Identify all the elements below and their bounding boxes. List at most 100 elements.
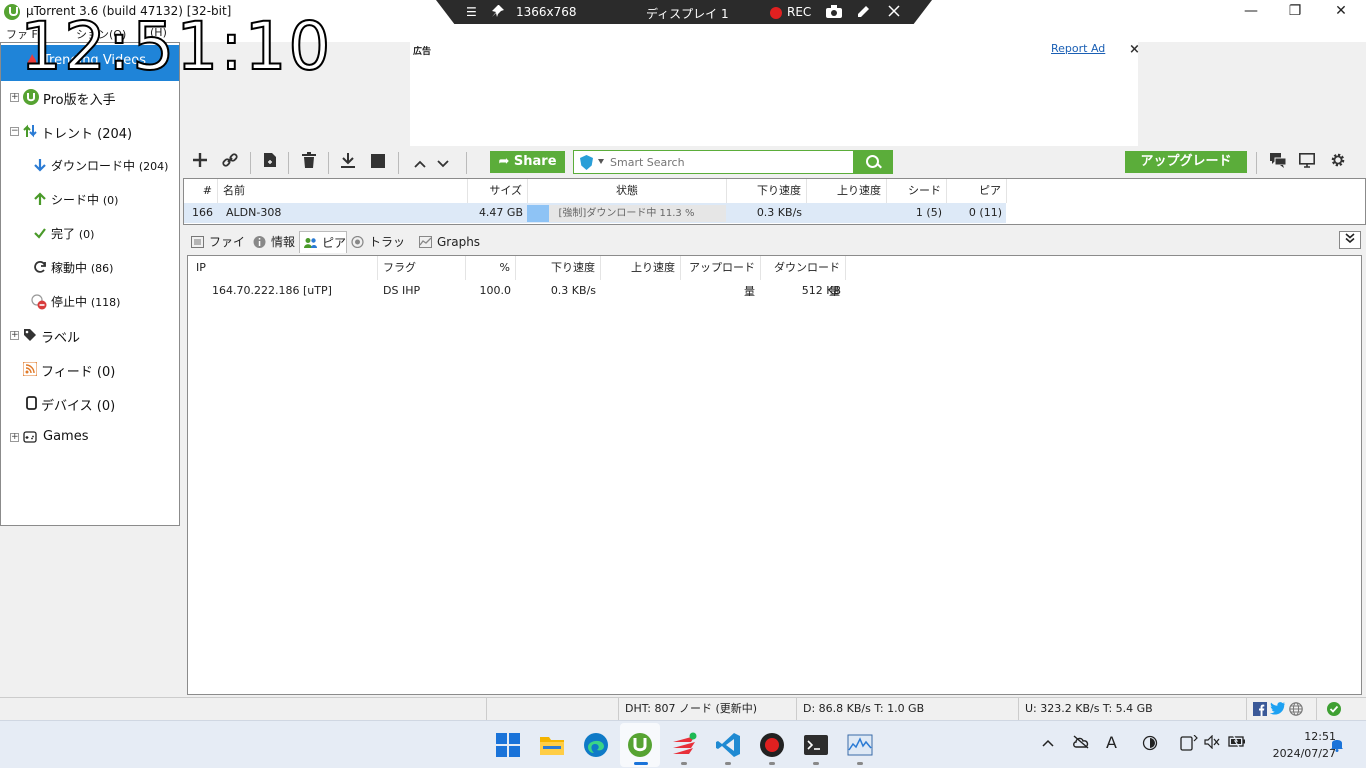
twitter-icon[interactable] xyxy=(1270,702,1285,715)
start-download-icon[interactable] xyxy=(337,152,359,174)
column-header-peers[interactable]: ピア xyxy=(947,179,1007,203)
column-header-up-speed[interactable]: 上り速度 xyxy=(807,179,887,203)
recorder-close-icon[interactable] xyxy=(888,5,900,20)
vscode-icon[interactable] xyxy=(715,732,741,758)
maximize-button[interactable]: ❐ xyxy=(1272,0,1318,24)
status-download[interactable]: D: 86.8 KB/s T: 1.0 GB xyxy=(796,698,1018,720)
report-ad-link[interactable]: Report Ad xyxy=(1051,42,1105,55)
sidebar-item-devices[interactable]: デバイス (0) xyxy=(1,387,179,421)
camera-icon[interactable] xyxy=(826,5,842,21)
expand-icon[interactable]: + xyxy=(10,433,19,442)
device-icon[interactable] xyxy=(1180,734,1198,755)
torrent-peers: 0 (11) xyxy=(968,206,1002,219)
column-header-flags[interactable]: フラグ xyxy=(378,256,466,280)
globe-icon[interactable] xyxy=(1289,702,1303,716)
status-upload[interactable]: U: 323.2 KB/s T: 5.4 GB xyxy=(1018,698,1246,720)
terminal-icon[interactable] xyxy=(803,732,829,758)
smart-search-box[interactable] xyxy=(573,150,893,174)
column-header-uploaded[interactable]: アップロード量 xyxy=(681,256,761,298)
pin-icon[interactable] xyxy=(492,5,504,20)
stop-icon[interactable] xyxy=(367,152,389,174)
expand-icon[interactable]: + xyxy=(10,331,19,340)
create-torrent-icon[interactable] xyxy=(259,152,281,174)
collapse-icon[interactable]: − xyxy=(10,127,19,136)
chat-icon[interactable] xyxy=(1267,152,1289,174)
search-provider-shield-icon[interactable] xyxy=(580,155,593,170)
cloud-off-icon[interactable] xyxy=(1072,735,1090,753)
record-icon[interactable] xyxy=(770,7,782,19)
column-header-downloaded[interactable]: ダウンロード量 xyxy=(761,256,846,298)
column-header-num[interactable]: # xyxy=(184,179,218,203)
focus-assist-icon[interactable] xyxy=(1142,735,1158,755)
peer-ip[interactable]: 164.70.222.186 [uTP] xyxy=(207,281,378,301)
expand-icon[interactable]: + xyxy=(10,93,19,102)
sidebar-item-active[interactable]: 稼動中 (86) xyxy=(1,251,179,285)
utorrent-taskbar-icon[interactable] xyxy=(627,732,653,758)
column-header-status[interactable]: 状態 xyxy=(528,179,727,203)
column-header-down-speed[interactable]: 下り速度 xyxy=(516,256,601,280)
sidebar-item-inactive[interactable]: 停止中 (118) xyxy=(1,285,179,319)
chevron-down-icon[interactable] xyxy=(598,159,604,164)
column-header-up-speed[interactable]: 上り速度 xyxy=(601,256,681,280)
peer-down-speed: 0.3 KB/s xyxy=(550,284,596,297)
recorder-display[interactable]: ディスプレイ 1 xyxy=(646,5,729,22)
share-button[interactable]: ➦ Share xyxy=(490,151,565,173)
minimize-button[interactable]: — xyxy=(1228,0,1274,24)
resource-monitor-icon[interactable] xyxy=(847,732,873,758)
sidebar-item-downloading[interactable]: ダウンロード中 (204) xyxy=(1,149,179,183)
vpn-app-icon[interactable] xyxy=(671,732,697,758)
rec-label[interactable]: REC xyxy=(787,5,811,19)
sidebar-item-torrents[interactable]: − トレント (204) xyxy=(1,115,179,149)
ad-close-icon[interactable]: × xyxy=(1129,42,1140,57)
taskbar-clock-time[interactable]: 12:51 xyxy=(1286,730,1336,743)
torrent-size: 4.47 GB xyxy=(478,206,523,219)
tab-graphs[interactable]: Graphs xyxy=(415,231,480,253)
search-icon[interactable] xyxy=(853,150,893,174)
chevron-up-icon[interactable] xyxy=(1042,735,1054,751)
notification-bell-icon[interactable] xyxy=(1330,737,1344,756)
move-down-icon[interactable] xyxy=(432,152,454,174)
pen-icon[interactable] xyxy=(856,5,870,22)
sidebar-item-labels[interactable]: + ラベル xyxy=(1,319,179,353)
settings-gear-icon[interactable] xyxy=(1327,152,1349,174)
tab-trackers[interactable]: トラッカー xyxy=(347,231,415,271)
network-ok-icon[interactable] xyxy=(1327,702,1341,716)
screen-recorder-icon[interactable] xyxy=(759,732,785,758)
tab-info[interactable]: 情報 xyxy=(249,231,299,253)
column-header-percent[interactable]: % xyxy=(466,256,516,280)
delete-trash-icon[interactable] xyxy=(298,152,320,174)
close-button[interactable]: ✕ xyxy=(1318,0,1364,24)
column-header-name[interactable]: 名前 xyxy=(218,179,468,203)
sidebar-item-seeding[interactable]: シード中 (0) xyxy=(1,183,179,217)
status-dht[interactable]: DHT: 807 ノード (更新中) xyxy=(618,698,796,720)
double-chevron-down-icon xyxy=(1345,233,1355,244)
sidebar-item-completed[interactable]: 完了 (0) xyxy=(1,217,179,251)
remote-monitor-icon[interactable] xyxy=(1296,152,1318,174)
ime-indicator[interactable]: A xyxy=(1106,733,1117,752)
tag-icon xyxy=(24,329,36,341)
battery-icon[interactable] xyxy=(1228,734,1246,751)
collapse-panel-button[interactable] xyxy=(1339,231,1361,249)
taskbar-clock-date[interactable]: 2024/07/27 xyxy=(1254,747,1336,760)
facebook-icon[interactable] xyxy=(1253,702,1267,716)
sidebar-item-feeds[interactable]: フィード (0) xyxy=(1,353,179,387)
add-url-link-icon[interactable] xyxy=(219,152,241,174)
tab-files[interactable]: ファイル xyxy=(187,231,249,271)
ad-banner[interactable]: 広告 xyxy=(410,42,1138,146)
speaker-muted-icon[interactable] xyxy=(1204,734,1220,753)
column-header-down-speed[interactable]: 下り速度 xyxy=(727,179,807,203)
move-up-icon[interactable] xyxy=(409,152,431,174)
column-header-size[interactable]: サイズ xyxy=(468,179,528,203)
file-explorer-icon[interactable] xyxy=(539,732,565,758)
column-header-ip[interactable]: IP xyxy=(191,256,378,280)
upgrade-button[interactable]: アップグレード xyxy=(1125,151,1247,173)
smart-search-input[interactable] xyxy=(610,154,850,170)
add-torrent-icon[interactable] xyxy=(189,152,211,174)
column-header-seeds[interactable]: シード xyxy=(887,179,947,203)
windows-start-icon[interactable] xyxy=(495,732,521,758)
sidebar-item-games[interactable]: + Games xyxy=(1,421,179,455)
tab-peers[interactable]: ピア xyxy=(299,231,347,253)
sidebar-item-get-pro[interactable]: + Pro版を入手 xyxy=(1,81,179,115)
recorder-menu-icon[interactable]: ☰ xyxy=(466,5,477,19)
edge-browser-icon[interactable] xyxy=(583,732,609,758)
